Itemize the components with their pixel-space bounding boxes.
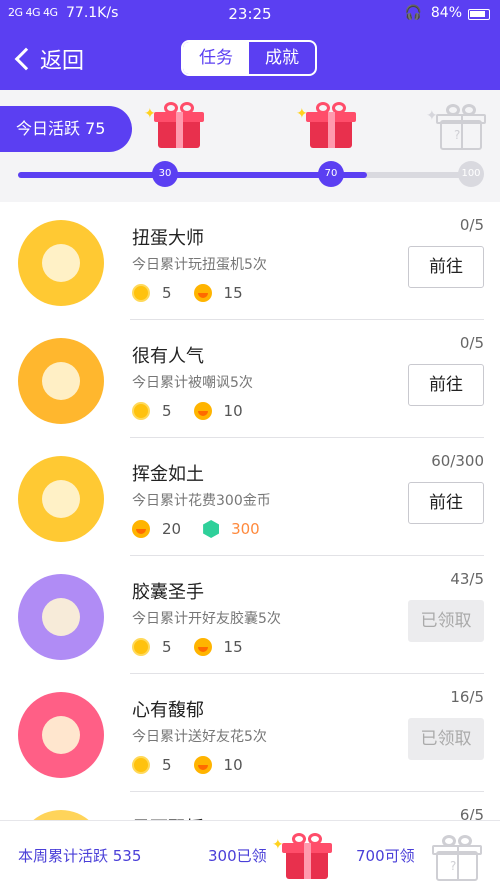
- task-rewards: 5 10: [132, 756, 265, 774]
- gold-coin-icon: [132, 284, 150, 302]
- reward-value: 5: [162, 402, 172, 420]
- task-progress: 0/5: [459, 216, 484, 234]
- reward-value: 20: [162, 520, 182, 538]
- task-title: 心有馥郁: [132, 700, 204, 721]
- available-amount: 700可领: [356, 847, 415, 865]
- green-gem-icon: [203, 520, 220, 538]
- task-progress: 43/5: [450, 570, 484, 588]
- gold-coin-icon: [132, 638, 150, 656]
- task-list: 扭蛋大师 今日累计玩扭蛋机5次 0/5 5 15 前往 很有人气 今日累计被嘲讽5次 0/5 5 1…: [0, 202, 500, 820]
- claimed-button[interactable]: 已领取: [408, 600, 484, 642]
- task-title: 胶囊圣手: [132, 582, 204, 603]
- headphone-icon: 🎧: [404, 5, 422, 21]
- segmented-tabs: 任务 成就: [181, 40, 317, 76]
- weekly-activity-total: 本周累计活跃 535: [18, 847, 142, 865]
- orange-bean-icon: [193, 284, 212, 302]
- task-icon: [18, 810, 104, 820]
- task-icon: [18, 456, 104, 542]
- gift-box-30[interactable]: ✦: [144, 102, 206, 150]
- task-icon: [18, 692, 104, 778]
- question-icon: ?: [450, 859, 457, 873]
- gold-coin-icon: [132, 402, 150, 420]
- task-progress: 16/5: [450, 688, 484, 706]
- claimed-amount: 300已领: [208, 847, 267, 865]
- reward-value: 5: [162, 284, 172, 302]
- claimed-button[interactable]: 已领取: [408, 718, 484, 760]
- activity-panel: 今日活跃 75 ✦ ✦ ✦ ? 30 70 100: [0, 90, 500, 202]
- back-button[interactable]: 返回: [12, 42, 84, 76]
- weekly-gift-box-locked[interactable]: ?: [428, 835, 484, 883]
- reward-value: 10: [223, 402, 243, 420]
- task-row: 风雨飘摇6/5: [0, 792, 500, 820]
- reward-value: 300: [231, 520, 260, 538]
- task-title: 挥金如土: [132, 464, 204, 485]
- reward-value: 5: [162, 638, 172, 656]
- milestone-100: 100: [458, 161, 484, 187]
- task-title: 很有人气: [132, 346, 204, 367]
- gold-coin-icon: [132, 756, 150, 774]
- task-title: 扭蛋大师: [132, 228, 204, 249]
- task-row: 扭蛋大师今日累计玩扭蛋机5次 0/5 5 15 前往: [0, 202, 500, 320]
- tab-achievements[interactable]: 成就: [249, 42, 315, 74]
- task-description: 今日累计被嘲讽5次: [132, 375, 253, 391]
- task-description: 今日累计送好友花5次: [132, 729, 267, 745]
- task-rewards: 5 15: [132, 284, 265, 302]
- task-row: 挥金如土今日累计花费300金币 60/300 20 300 前往: [0, 438, 500, 556]
- weekly-footer: 本周累计活跃 535 300已领 ✦ 700可领 ?: [0, 820, 500, 888]
- today-activity-badge: 今日活跃 75: [0, 106, 132, 152]
- clock: 23:25: [228, 5, 272, 23]
- task-description: 今日累计玩扭蛋机5次: [132, 257, 267, 273]
- go-button[interactable]: 前往: [408, 482, 484, 524]
- task-rewards: 5 15: [132, 638, 265, 656]
- milestone-30: 30: [152, 161, 178, 187]
- chevron-left-icon: [14, 47, 38, 71]
- question-icon: ?: [454, 128, 461, 142]
- task-row: 很有人气今日累计被嘲讽5次 0/5 5 10 前往: [0, 320, 500, 438]
- task-icon: [18, 220, 104, 306]
- status-bar: 2G 4G 4G 77.1K/s 23:25 🎧 84%: [0, 0, 500, 28]
- battery-percent: 84%: [430, 5, 462, 21]
- go-button[interactable]: 前往: [408, 246, 484, 288]
- task-description: 今日累计开好友胶囊5次: [132, 611, 281, 627]
- task-icon: [18, 338, 104, 424]
- task-row: 心有馥郁今日累计送好友花5次 16/5 5 10 已领取: [0, 674, 500, 792]
- orange-bean-icon: [193, 756, 212, 774]
- gift-box-70[interactable]: ✦: [296, 102, 358, 150]
- task-progress: 0/5: [459, 334, 484, 352]
- battery-icon: [468, 9, 490, 20]
- gift-box-100-locked[interactable]: ✦ ?: [426, 104, 488, 152]
- activity-progress-bar: [18, 172, 483, 178]
- tab-tasks[interactable]: 任务: [183, 42, 249, 74]
- task-rewards: 20 300: [132, 520, 282, 538]
- go-button[interactable]: 前往: [408, 364, 484, 406]
- orange-bean-icon: [132, 520, 150, 538]
- back-label: 返回: [40, 49, 85, 74]
- nav-bar: 返回 任务 成就: [0, 28, 500, 90]
- task-progress: 60/300: [431, 452, 484, 470]
- task-row: 胶囊圣手今日累计开好友胶囊5次 43/5 5 15 已领取: [0, 556, 500, 674]
- reward-value: 15: [223, 284, 243, 302]
- milestone-70: 70: [318, 161, 344, 187]
- reward-value: 15: [223, 638, 243, 656]
- reward-value: 5: [162, 756, 172, 774]
- task-description: 今日累计花费300金币: [132, 493, 271, 509]
- weekly-gift-box[interactable]: ✦: [272, 833, 334, 881]
- reward-value: 10: [223, 756, 243, 774]
- activity-progress-fill: [18, 172, 367, 178]
- orange-bean-icon: [193, 638, 212, 656]
- task-icon: [18, 574, 104, 660]
- orange-bean-icon: [193, 402, 212, 420]
- task-progress: 6/5: [459, 806, 484, 820]
- task-rewards: 5 10: [132, 402, 265, 420]
